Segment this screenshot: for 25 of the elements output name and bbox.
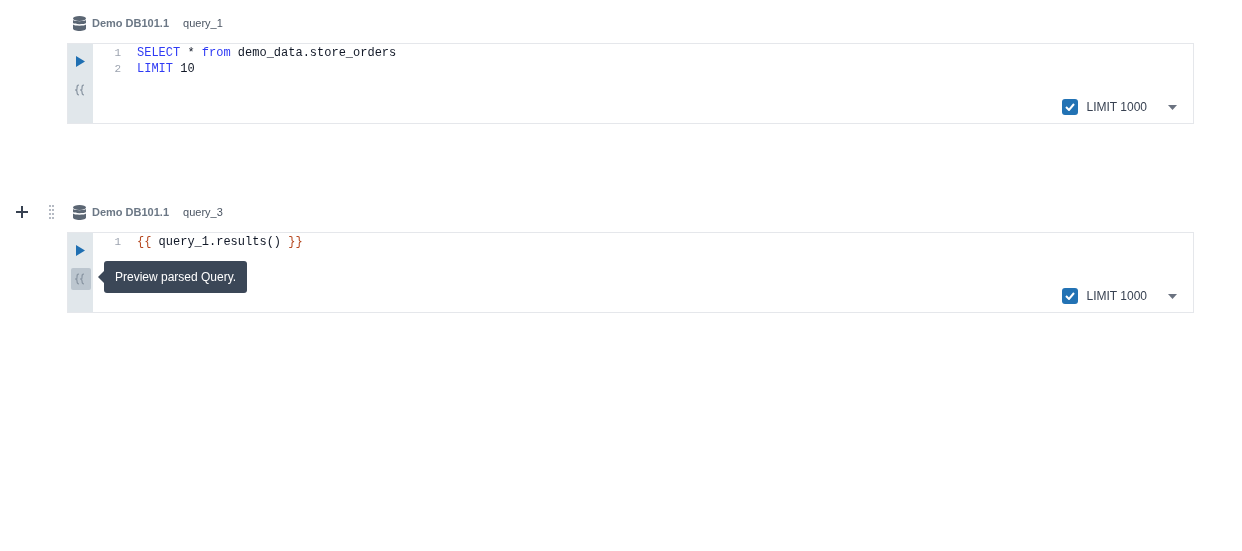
checkmark-icon — [1064, 103, 1075, 111]
database-name[interactable]: Demo DB101.1 — [92, 203, 170, 221]
run-icon[interactable] — [76, 245, 85, 256]
checkbox[interactable] — [1061, 99, 1078, 115]
query-name[interactable]: query_3 — [183, 203, 223, 221]
tooltip: Preview parsed Query. — [98, 261, 248, 293]
run-icon[interactable] — [76, 56, 85, 67]
drag-handle-icon[interactable] — [49, 205, 54, 219]
query-name[interactable]: query_1 — [183, 14, 223, 32]
limit-label: LIMIT 1000 — [1086, 288, 1147, 305]
add-icon[interactable] — [16, 206, 28, 218]
code-line: SELECT * from demo_data.store_orders — [137, 45, 397, 61]
database-icon — [73, 15, 86, 31]
line-number: 1 — [113, 46, 122, 61]
database-icon — [73, 204, 86, 220]
limit-label: LIMIT 1000 — [1086, 99, 1147, 116]
code-line: {{ query_1.results() }} — [137, 234, 303, 250]
caret-icon[interactable] — [1168, 293, 1177, 299]
checkbox[interactable] — [1061, 288, 1078, 304]
checkmark-icon — [1064, 292, 1075, 300]
line-number: 1 — [113, 235, 122, 250]
line-number: 2 — [113, 62, 122, 77]
code-line: LIMIT 10 — [137, 61, 195, 77]
database-name[interactable]: Demo DB101.1 — [92, 14, 170, 32]
caret-icon[interactable] — [1168, 104, 1177, 110]
